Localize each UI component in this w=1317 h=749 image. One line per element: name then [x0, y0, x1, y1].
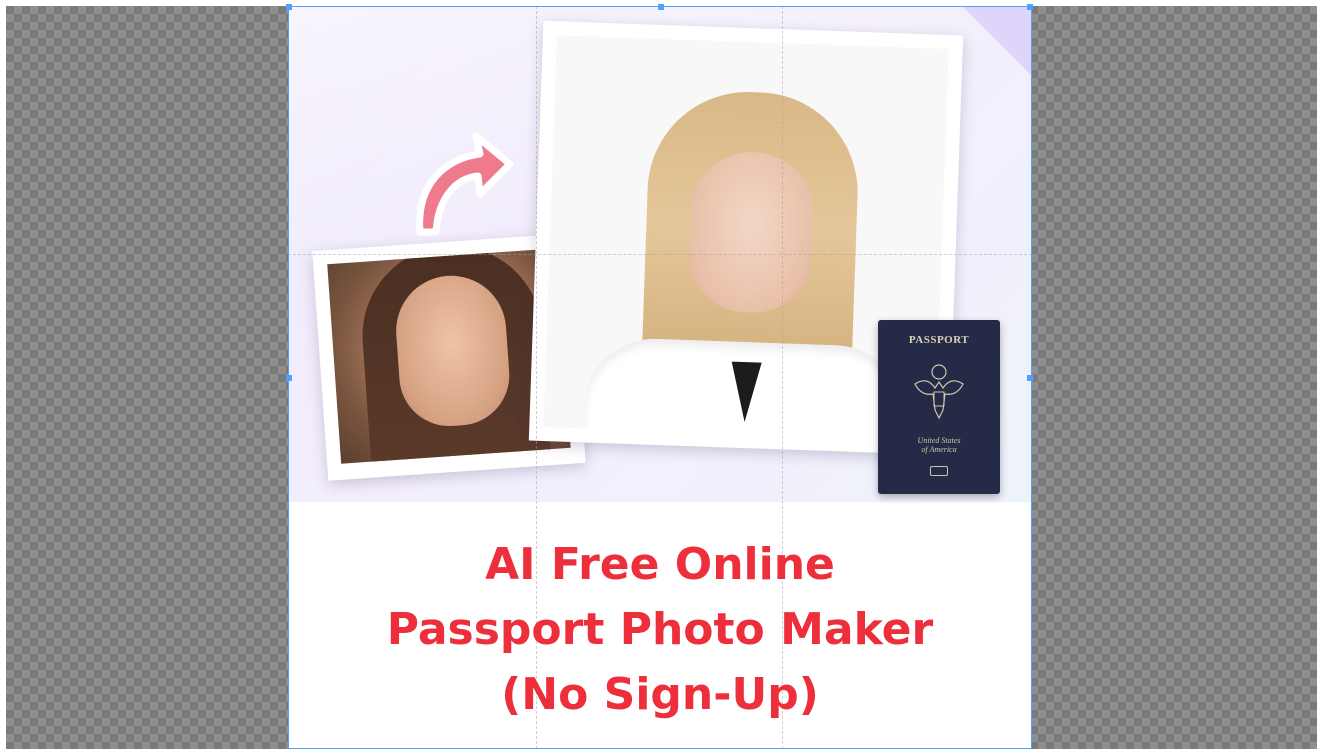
- biometric-chip-icon: [930, 466, 948, 476]
- layout-guide: [288, 254, 1032, 255]
- curved-arrow-icon: [416, 132, 514, 236]
- eagle-seal-icon: [914, 364, 964, 420]
- passport-country: United States of America: [917, 436, 961, 454]
- headline-line: Passport Photo Maker: [386, 604, 934, 655]
- hero-corner-facet: [962, 6, 1032, 76]
- blonde-face: [687, 150, 815, 315]
- passport-booklet: PASSPORT United States of America: [878, 320, 1000, 494]
- artboard[interactable]: PASSPORT United States of America AI Fre…: [288, 6, 1032, 749]
- headline: AI Free Online Passport Photo Maker (No …: [288, 532, 1032, 727]
- passport-title: PASSPORT: [908, 334, 970, 346]
- black-tie: [729, 361, 762, 423]
- headline-line: (No Sign-Up): [501, 669, 819, 720]
- headline-line: AI Free Online: [485, 539, 835, 590]
